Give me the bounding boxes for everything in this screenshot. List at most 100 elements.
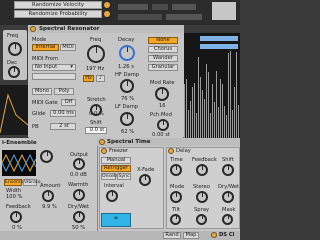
map-button[interactable]: Map xyxy=(183,232,199,239)
glide-field[interactable]: 0.00 ms xyxy=(50,110,76,117)
note-button[interactable]: ♪ xyxy=(96,75,105,82)
sync-button[interactable]: Sync xyxy=(117,173,131,180)
mode-midi-button[interactable]: MIDI xyxy=(60,44,76,51)
manual-button[interactable]: Manual xyxy=(101,157,131,164)
freezer-power-button[interactable] xyxy=(101,148,107,154)
toggle-dot[interactable] xyxy=(104,2,110,8)
delay-feedback-knob[interactable] xyxy=(196,164,208,176)
gain-bar[interactable] xyxy=(200,36,238,41)
left-device-panel: Freq Dec xyxy=(3,30,27,80)
lf-damp-knob[interactable] xyxy=(120,112,134,126)
freq-label: Freq xyxy=(90,37,102,43)
chevron-down-icon: ▾ xyxy=(70,64,73,70)
ensemble-mode-button[interactable]: Ensemble xyxy=(4,179,28,186)
mono-button[interactable]: Mono xyxy=(32,88,52,95)
hz-button[interactable]: Hz xyxy=(83,75,94,82)
x-fade-knob[interactable] xyxy=(139,174,151,186)
randomize-velocity-button[interactable]: Randomize Velocity xyxy=(14,1,102,9)
decay-knob[interactable] xyxy=(119,45,135,61)
spectrum-line xyxy=(234,87,235,138)
feedback-knob[interactable] xyxy=(10,211,22,223)
decay-label: Decay xyxy=(118,37,135,43)
freq-value: 197 Hz xyxy=(86,66,105,72)
retrigger-button[interactable]: Retrigger xyxy=(101,165,131,172)
pb-field[interactable]: 2 st xyxy=(50,123,76,130)
spectrum-line xyxy=(184,84,185,138)
freq-knob[interactable] xyxy=(87,45,105,63)
vibrato-mode-button[interactable]: Vibrato xyxy=(23,179,41,186)
delay-dry-wet-knob[interactable] xyxy=(222,191,234,203)
freq-knob[interactable] xyxy=(8,42,22,56)
time-knob[interactable] xyxy=(170,164,182,176)
bottom-bar xyxy=(0,231,240,240)
clip-grid xyxy=(112,0,240,24)
hf-damp-knob[interactable] xyxy=(120,79,134,93)
toggle-dot[interactable] xyxy=(104,11,110,17)
x-fade-label: X-Fade xyxy=(137,167,155,173)
mod-none-button[interactable]: None xyxy=(148,37,178,44)
decay-value: 1.26 s xyxy=(118,64,134,70)
spectral-time-power-button[interactable] xyxy=(99,139,105,145)
spray-knob[interactable] xyxy=(196,214,207,225)
spray-label: Spray xyxy=(194,207,209,213)
midi-channel-dropdown[interactable] xyxy=(32,73,76,80)
spectrum-line xyxy=(220,79,221,138)
spectrum-line xyxy=(224,106,225,138)
delay-shift-knob[interactable] xyxy=(222,164,234,176)
midi-from-dropdown[interactable]: No Input ▾ xyxy=(32,64,76,71)
tilt-knob[interactable] xyxy=(170,214,181,225)
spectrum-line xyxy=(206,64,207,138)
spectrum-line xyxy=(196,113,197,138)
spectrum-line xyxy=(218,107,219,138)
freeze-button[interactable]: * xyxy=(101,213,131,227)
spectrum-line xyxy=(236,52,237,138)
ds-power-button[interactable] xyxy=(211,232,217,238)
mask-label: Mask xyxy=(222,207,236,213)
dec-knob[interactable] xyxy=(8,66,20,78)
spectrum-line xyxy=(192,87,193,138)
delay-power-button[interactable] xyxy=(168,148,174,154)
spectrum-line xyxy=(202,90,203,138)
resonator-power-button[interactable] xyxy=(30,26,36,32)
rand-button[interactable]: Rand xyxy=(163,232,181,239)
dry-wet-knob[interactable] xyxy=(73,211,85,223)
spectrum-line xyxy=(208,72,209,138)
spectrum-line xyxy=(194,83,195,138)
mod-wander-button[interactable]: Wander xyxy=(148,55,178,62)
interval-knob[interactable] xyxy=(106,190,118,202)
gain-bar[interactable] xyxy=(200,44,238,49)
onsets-button[interactable]: Onsets xyxy=(101,173,118,180)
pch-mod-knob[interactable] xyxy=(157,119,169,131)
poly-button[interactable]: Poly xyxy=(54,88,74,95)
mod-rate-knob[interactable] xyxy=(155,87,169,101)
shift-field[interactable]: 0.0 st xyxy=(85,127,107,134)
spectrum-line xyxy=(212,84,213,138)
stretch-label: Stretch xyxy=(87,97,106,103)
time-label: Time xyxy=(170,157,183,163)
mod-chorus-button[interactable]: Chorus xyxy=(148,46,178,53)
feedback-label: Feedback xyxy=(6,204,31,210)
spectrum-line xyxy=(222,84,223,138)
randomize-probability-button[interactable]: Randomize Probability xyxy=(14,10,102,18)
warmth-knob[interactable] xyxy=(73,189,85,201)
mode-internal-button[interactable]: Internal xyxy=(32,44,59,51)
stereo-knob[interactable] xyxy=(196,191,208,203)
mode-knob[interactable] xyxy=(170,191,182,203)
output-knob[interactable] xyxy=(73,158,85,170)
mask-knob[interactable] xyxy=(222,214,233,225)
spectrum-line xyxy=(238,105,239,138)
amount-knob[interactable] xyxy=(42,190,54,202)
midi-gate-toggle[interactable]: Off xyxy=(61,99,76,106)
delay-title: Delay xyxy=(176,148,191,154)
delay-feedback-label: Feedback xyxy=(192,157,217,163)
spectrum-line xyxy=(216,71,217,138)
spectrum-line xyxy=(186,79,187,138)
spectral-time-title: Spectral Time xyxy=(107,139,151,145)
freezer-title: Freezer xyxy=(109,148,129,154)
rate-knob[interactable] xyxy=(40,150,53,163)
lf-damp-value: 62 % xyxy=(121,129,135,135)
amount-value: 9.9 % xyxy=(42,204,57,210)
midi-from-value: No Input xyxy=(35,64,58,70)
stretch-value: 0.0 % xyxy=(89,111,104,117)
mod-granular-button[interactable]: Granular xyxy=(148,64,178,71)
